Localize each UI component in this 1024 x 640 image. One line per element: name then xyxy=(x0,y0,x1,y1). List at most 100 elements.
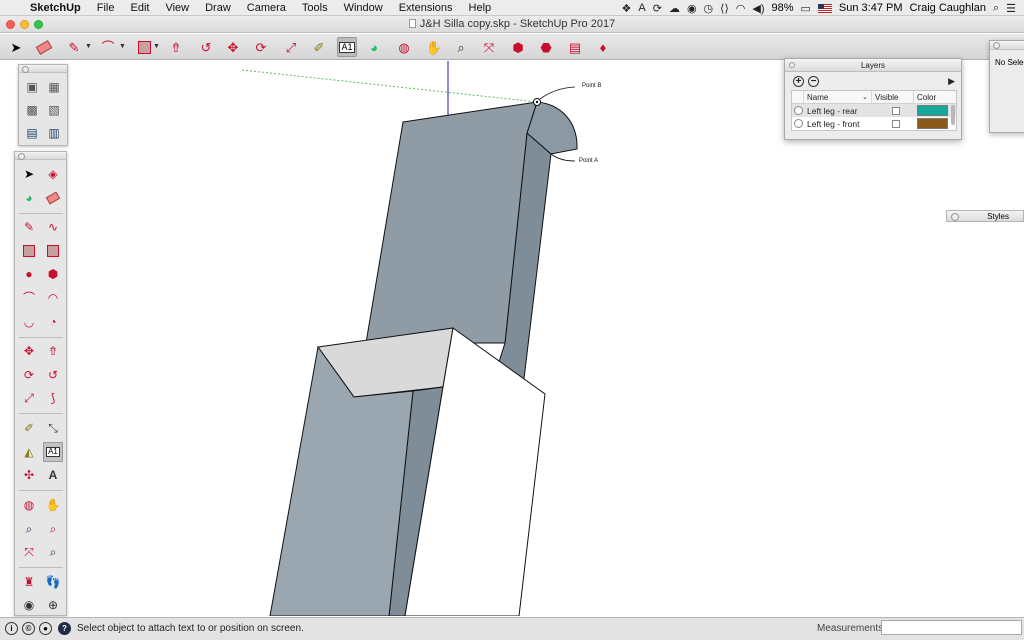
palette-text-button[interactable]: A1 xyxy=(43,442,63,462)
palette-pan-button[interactable]: ✋ xyxy=(43,495,63,515)
layers-scrollbar[interactable] xyxy=(951,105,955,125)
palette-circle-button[interactable]: ● xyxy=(19,264,39,284)
color-column-header[interactable]: Color xyxy=(914,91,954,103)
front-view-button[interactable]: ▩ xyxy=(22,100,42,120)
layer-visible-checkbox[interactable] xyxy=(892,119,900,128)
palette-paint-button[interactable]: ◕ xyxy=(19,188,39,208)
layer-visible-checkbox[interactable] xyxy=(892,106,900,115)
palette-tape-measure-button[interactable]: ✐ xyxy=(19,418,39,438)
palette-select-button[interactable]: ➤ xyxy=(19,164,39,184)
zoom-extents-tool-button[interactable]: ⤧ xyxy=(479,37,499,57)
close-window-button[interactable] xyxy=(6,20,15,29)
palette-freehand-button[interactable]: ∿ xyxy=(43,217,63,237)
model-canvas[interactable] xyxy=(0,61,1024,616)
minimize-window-button[interactable] xyxy=(20,20,29,29)
iso-view-button[interactable]: ▣ xyxy=(22,77,42,97)
dashlane-icon[interactable]: ◉ xyxy=(687,2,697,15)
paint-bucket-tool-button[interactable]: ◕ xyxy=(364,37,384,57)
rectangle-tool-button[interactable] xyxy=(134,37,154,57)
extension-warehouse-button[interactable]: ⬣ xyxy=(536,37,556,57)
zoom-window-button[interactable] xyxy=(34,20,43,29)
palette-axes-button[interactable]: ✣ xyxy=(19,465,39,485)
palette-polygon-button[interactable]: ⬢ xyxy=(43,264,63,284)
menubar-user[interactable]: Craig Caughlan xyxy=(910,2,986,14)
send-to-layout-button[interactable]: ▤ xyxy=(565,37,585,57)
instructor-help-icon[interactable]: ? xyxy=(58,622,71,635)
remove-layer-button[interactable]: − xyxy=(808,75,819,87)
point-a-label[interactable]: Point A xyxy=(579,158,598,164)
code-icon[interactable]: ⟨⟩ xyxy=(720,2,729,15)
visible-column-header[interactable]: Visible xyxy=(872,91,914,103)
palette-zoom-window-button[interactable]: ⌕ xyxy=(43,519,63,539)
notification-center-icon[interactable]: ☰ xyxy=(1006,2,1016,15)
layer-name[interactable]: Left leg - front xyxy=(807,119,875,129)
layer-color-swatch[interactable] xyxy=(917,118,948,129)
ruby-console-button[interactable]: ♦ xyxy=(593,37,613,57)
user-account-icon[interactable]: ● xyxy=(39,622,52,635)
palette-rotated-rectangle-button[interactable] xyxy=(43,241,63,261)
battery-percent[interactable]: 98% xyxy=(771,2,793,14)
rectangle-dropdown-icon[interactable]: ▼ xyxy=(153,43,160,50)
orbit-tool-button[interactable]: ◍ xyxy=(394,37,414,57)
tool-palette-header[interactable] xyxy=(15,152,66,160)
document-icon[interactable] xyxy=(408,19,416,28)
palette-follow-me-button[interactable]: ↺ xyxy=(43,365,63,385)
palette-look-around-button[interactable]: ◉ xyxy=(19,595,39,615)
active-layer-radio[interactable] xyxy=(794,106,803,115)
menubar-clock[interactable]: Sun 3:47 PM xyxy=(839,2,903,14)
arc-tool-button[interactable]: ⌒ xyxy=(98,37,118,57)
text-tool-button[interactable]: A1 xyxy=(337,37,357,57)
palette-3pt-arc-button[interactable]: ◡ xyxy=(19,312,39,332)
menu-edit[interactable]: Edit xyxy=(122,2,157,14)
palette-eraser-button[interactable] xyxy=(43,188,63,208)
menu-window[interactable]: Window xyxy=(336,2,391,14)
menu-app-name[interactable]: SketchUp xyxy=(26,2,89,14)
layer-color-swatch[interactable] xyxy=(917,105,948,116)
palette-rectangle-button[interactable] xyxy=(19,241,39,261)
input-source-flag-icon[interactable] xyxy=(817,3,832,13)
palette-line-button[interactable]: ✎ xyxy=(19,217,39,237)
time-machine-icon[interactable]: ◷ xyxy=(704,2,714,15)
modeling-viewport[interactable]: Point B Point A xyxy=(0,61,1024,616)
adobe-icon[interactable]: A xyxy=(638,2,645,14)
point-b-label[interactable]: Point B xyxy=(582,83,601,89)
volume-icon[interactable]: ◀) xyxy=(752,2,764,15)
palette-rotate-button[interactable]: ⟳ xyxy=(19,365,39,385)
palette-move-button[interactable]: ✥ xyxy=(19,341,39,361)
close-icon[interactable] xyxy=(789,62,795,68)
pencil-tool-button[interactable]: ✎ xyxy=(64,37,84,57)
rotate-tool-button[interactable]: ⟳ xyxy=(251,37,271,57)
layer-name[interactable]: Left leg - rear xyxy=(807,106,875,116)
palette-section-plane-button[interactable]: ⊕ xyxy=(43,595,63,615)
palette-make-component-button[interactable]: ◈ xyxy=(43,164,63,184)
layer-row[interactable]: Left leg - front xyxy=(792,117,956,130)
palette-3d-text-button[interactable]: A xyxy=(43,465,63,485)
name-column-header[interactable]: Name ⌄ xyxy=(804,91,872,103)
palette-offset-button[interactable]: ⟆ xyxy=(43,388,63,408)
measurements-input[interactable] xyxy=(881,620,1022,635)
push-pull-tool-button[interactable]: ⇮ xyxy=(166,37,186,57)
palette-dimension-button[interactable]: ⤡ xyxy=(43,418,63,438)
back-view-button[interactable]: ▤ xyxy=(22,123,42,143)
arc-dropdown-icon[interactable]: ▼ xyxy=(119,43,126,50)
tape-measure-tool-button[interactable]: ✐ xyxy=(309,37,329,57)
palette-zoom-button[interactable]: ⌕ xyxy=(19,519,39,539)
styles-panel-header[interactable]: Styles xyxy=(946,210,1024,222)
active-layer-radio[interactable] xyxy=(794,119,803,128)
menu-tools[interactable]: Tools xyxy=(294,2,336,14)
palette-push-pull-button[interactable]: ⇮ xyxy=(43,341,63,361)
menu-camera[interactable]: Camera xyxy=(239,2,294,14)
battery-icon[interactable]: ▭ xyxy=(801,2,811,15)
layer-row[interactable]: Left leg - rear xyxy=(792,104,956,117)
menu-draw[interactable]: Draw xyxy=(197,2,239,14)
palette-protractor-button[interactable]: ◭ xyxy=(19,442,39,462)
eraser-tool-button[interactable] xyxy=(34,37,54,57)
move-tool-button[interactable]: ✥ xyxy=(223,37,243,57)
scale-tool-button[interactable]: ⤢ xyxy=(281,37,301,57)
palette-2pt-arc-button[interactable]: ◠ xyxy=(43,288,63,308)
top-view-button[interactable]: ▦ xyxy=(44,77,64,97)
dropbox-icon[interactable]: ❖ xyxy=(622,2,632,15)
palette-pie-button[interactable]: ◔ xyxy=(43,312,63,332)
pencil-dropdown-icon[interactable]: ▼ xyxy=(85,43,92,50)
palette-zoom-extents-button[interactable]: ⤧ xyxy=(19,542,39,562)
